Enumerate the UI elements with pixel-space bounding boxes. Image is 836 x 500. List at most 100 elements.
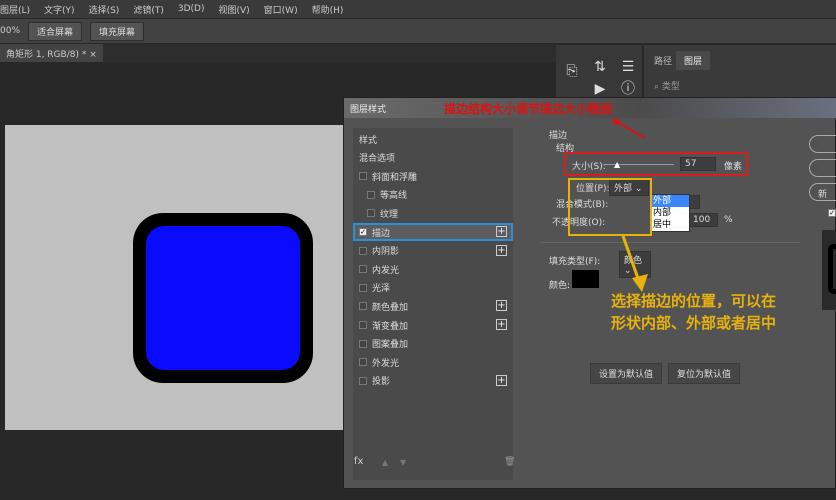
menu-help[interactable]: 帮助(H) [312, 3, 344, 16]
add-icon[interactable]: + [496, 300, 507, 312]
checkbox[interactable] [367, 190, 375, 199]
properties-icon[interactable]: ☰ [616, 55, 640, 79]
style-item[interactable]: 外发光 [353, 353, 513, 371]
preview-checkbox[interactable]: ✓ [828, 208, 836, 218]
style-item-label: 图案叠加 [372, 340, 409, 351]
layer-search[interactable]: ⌕ 类型 [654, 79, 680, 92]
checkbox[interactable] [359, 246, 367, 255]
dialog-title: 图层样式 [350, 105, 387, 115]
document-tab[interactable]: 角矩形 1, RGB/8) * × [0, 44, 103, 62]
position-dropdown: 外部 内部 居中 [650, 194, 690, 232]
checkbox[interactable] [359, 376, 367, 385]
menu-3d[interactable]: 3D(D) [178, 4, 205, 14]
layers-panel: 路径 图层 ⌕ 类型 [644, 45, 836, 100]
style-preview [822, 230, 836, 310]
add-icon[interactable]: + [496, 374, 507, 386]
style-item-label: 混合选项 [359, 154, 396, 165]
checkbox[interactable] [359, 302, 367, 311]
stroke-color-swatch[interactable] [572, 270, 599, 288]
rounded-rectangle-fill [146, 226, 300, 370]
style-item-label: 纹理 [380, 209, 399, 220]
style-item-label: 光泽 [372, 284, 391, 295]
option-center[interactable]: 居中 [651, 219, 689, 231]
menu-type[interactable]: 文字(Y) [44, 3, 75, 16]
yellow-arrow-icon [621, 235, 648, 292]
style-item-label: 渐变叠加 [372, 321, 409, 332]
style-item[interactable]: 样式 [353, 130, 513, 148]
checkbox[interactable] [359, 172, 367, 181]
annotation-yellow-line1: 选择描边的位置，可以在 [611, 292, 777, 310]
checkbox[interactable] [359, 265, 367, 274]
fx-icon[interactable]: fx [354, 456, 363, 467]
menu-window[interactable]: 窗口(W) [264, 3, 298, 16]
style-item-label: 斜面和浮雕 [372, 172, 418, 183]
style-item-label: 外发光 [372, 358, 400, 369]
move-up-icon[interactable]: ▲ [382, 458, 388, 467]
style-item-label: 内发光 [372, 265, 400, 276]
style-item-label: 内阴影 [372, 247, 400, 258]
fill-screen-button[interactable]: 填充屏幕 [90, 21, 145, 41]
swap-icon[interactable]: ⇅ [588, 55, 612, 79]
style-list: 样式混合选项斜面和浮雕等高线纹理 ✓ 描边 + 内阴影 + 内发光光泽颜色叠加 + 渐变叠加 + 图… [353, 128, 513, 480]
document-tab-title: 角矩形 1, RGB/8) * [6, 50, 87, 60]
cancel-button[interactable] [809, 159, 836, 177]
style-item[interactable]: 渐变叠加 + [353, 316, 513, 334]
tool-panel: ⎘ ⇅ ▶ ☰ ⓘ [556, 45, 642, 100]
layer-style-dialog: 图层样式 描边结构大小调节描边大小粗细 样式混合选项斜面和浮雕等高线纹理 ✓ 描边 +… [343, 97, 836, 489]
style-item[interactable]: 斜面和浮雕 [353, 167, 513, 185]
style-item[interactable]: 内阴影 + [353, 242, 513, 260]
set-default-button[interactable]: 设置为默认值 [590, 363, 663, 384]
style-item-label: 颜色叠加 [372, 302, 409, 313]
red-arrow-icon [611, 118, 646, 139]
section-title: 描边 [549, 131, 568, 141]
style-item[interactable]: 纹理 [353, 204, 513, 222]
menu-layer[interactable]: 图层(L) [0, 3, 30, 16]
annotation-yellow-line2: 形状内部、外部或者居中 [611, 314, 777, 332]
opacity-unit: % [724, 215, 733, 225]
trash-icon[interactable]: 🗑 [504, 457, 515, 467]
add-icon[interactable]: + [496, 244, 507, 256]
fit-screen-button[interactable]: 适合屏幕 [28, 21, 83, 41]
style-item[interactable]: 颜色叠加 + [353, 297, 513, 315]
menu-filter[interactable]: 滤镜(T) [133, 3, 164, 16]
checkbox[interactable] [359, 321, 367, 329]
ok-button[interactable] [809, 135, 836, 153]
opacity-input[interactable]: 100 [688, 213, 718, 227]
tab-layers[interactable]: 图层 [676, 51, 711, 70]
options-bar: 00% 适合屏幕 填充屏幕 [0, 19, 836, 43]
document-tab-bar: 角矩形 1, RGB/8) * × [0, 44, 556, 62]
history-brush-icon[interactable]: ⎘ [560, 59, 584, 83]
close-tab-icon[interactable]: × [89, 50, 97, 60]
checkbox[interactable] [359, 339, 367, 348]
style-item[interactable]: 等高线 [353, 186, 513, 204]
move-down-icon[interactable]: ▼ [400, 458, 406, 467]
checkbox[interactable] [367, 209, 375, 218]
highlight-size [564, 152, 748, 176]
add-icon[interactable]: + [496, 319, 507, 330]
option-inside[interactable]: 内部 [651, 207, 689, 219]
checkbox[interactable] [359, 283, 367, 292]
zoom-level: 00% [0, 26, 21, 36]
option-outside[interactable]: 外部 [651, 195, 689, 207]
annotation-red: 描边结构大小调节描边大小粗细 [444, 102, 613, 116]
style-item-label: 描边 [372, 228, 391, 239]
style-item[interactable]: 投影 + [353, 372, 513, 390]
new-style-button[interactable]: 新 [809, 183, 836, 201]
menu-select[interactable]: 选择(S) [89, 3, 120, 16]
checkbox[interactable] [359, 358, 367, 367]
style-item[interactable]: 图案叠加 [353, 335, 513, 353]
divider [540, 242, 800, 243]
tab-paths[interactable]: 路径 [646, 51, 680, 70]
style-item-label: 投影 [372, 377, 391, 388]
reset-default-button[interactable]: 复位为默认值 [668, 363, 741, 384]
style-item[interactable]: 光泽 [353, 279, 513, 297]
layer-search-text: 类型 [661, 82, 680, 92]
highlight-position [568, 178, 652, 236]
fill-type-label: 填充类型(F): [549, 257, 601, 267]
style-item[interactable]: 混合选项 [353, 149, 513, 167]
checkbox[interactable]: ✓ [359, 228, 367, 236]
menu-view[interactable]: 视图(V) [218, 3, 249, 16]
style-item[interactable]: ✓ 描边 + [353, 223, 513, 241]
style-item[interactable]: 内发光 [353, 260, 513, 278]
add-icon[interactable]: + [496, 226, 507, 237]
